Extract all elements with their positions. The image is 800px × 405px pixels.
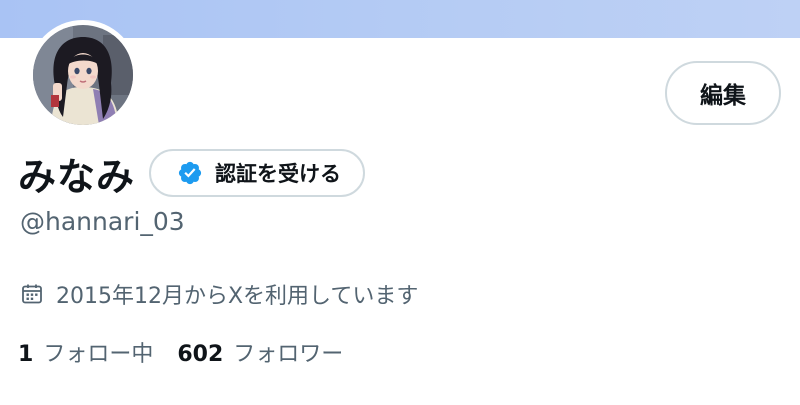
avatar[interactable] [28, 20, 138, 130]
followers-link[interactable]: 602 フォロワー [177, 336, 343, 368]
user-handle: @hannari_03 [20, 207, 185, 236]
following-count: 1 [18, 342, 34, 367]
name-row: みなみ 認証を受ける [18, 146, 366, 200]
edit-profile-button[interactable]: 編集 [665, 61, 781, 125]
following-label: フォロー中 [43, 342, 154, 367]
get-verified-label: 認証を受ける [215, 162, 342, 186]
follow-stats: 1 フォロー中 602 フォロワー [18, 334, 343, 370]
profile-banner[interactable] [0, 0, 800, 38]
verified-badge-icon [178, 161, 202, 185]
display-name: みなみ [18, 154, 136, 199]
joined-date-row: 2015年12月からXを利用しています [20, 278, 418, 310]
get-verified-button[interactable]: 認証を受ける [149, 149, 366, 197]
calendar-icon [22, 284, 42, 304]
avatar-image [33, 25, 133, 125]
followers-count: 602 [177, 342, 224, 367]
joined-date-text: 2015年12月からXを利用しています [56, 284, 419, 309]
following-link[interactable]: 1 フォロー中 [18, 336, 153, 368]
followers-label: フォロワー [233, 342, 344, 367]
